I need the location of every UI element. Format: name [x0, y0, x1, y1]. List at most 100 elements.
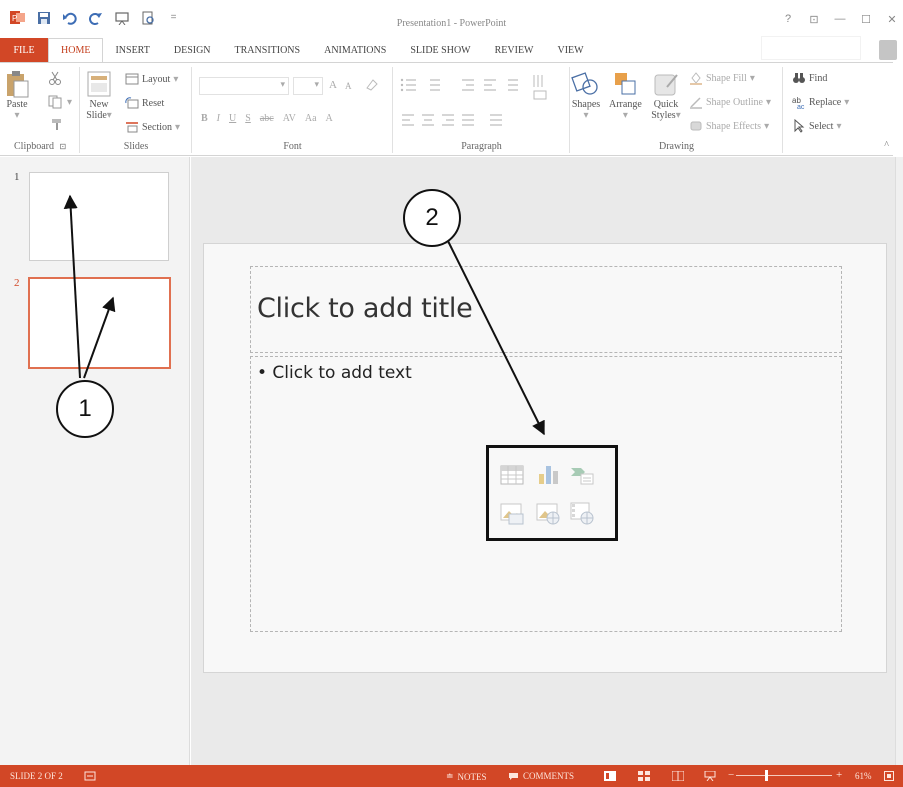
select-button[interactable]: Select ▾: [792, 119, 841, 133]
ribbon-home: Paste ▾ ▾ Clipboard ⊡ New Slide▾ Layout ▾: [0, 62, 893, 156]
decrease-font-size-button[interactable]: A: [345, 81, 352, 91]
shape-fill-button[interactable]: Shape Fill ▾: [689, 71, 755, 85]
reset-button[interactable]: Reset: [125, 97, 164, 109]
scissors-icon: [49, 71, 61, 85]
pen-outline-icon: [690, 97, 702, 109]
slide-sorter-view-icon[interactable]: [638, 771, 650, 781]
insert-table-icon[interactable]: [499, 462, 525, 488]
normal-view-icon[interactable]: [604, 771, 616, 781]
bold-button[interactable]: B: [201, 113, 208, 124]
tab-view[interactable]: VIEW: [546, 38, 596, 62]
collapse-ribbon-icon[interactable]: ^: [884, 140, 889, 151]
shapes-button[interactable]: Shapes ▾: [571, 69, 601, 121]
new-slide-button[interactable]: New Slide▾: [85, 69, 113, 121]
vertical-scrollbar[interactable]: [895, 157, 903, 765]
clipboard-launcher-icon[interactable]: ⊡: [60, 142, 67, 151]
font-name-combobox[interactable]: ▾: [199, 77, 289, 95]
font-name-dropdown-icon: ▾: [280, 79, 285, 89]
chevron-down-icon: ▾: [14, 110, 20, 121]
zoom-slider-track[interactable]: [736, 775, 832, 776]
font-size-combobox[interactable]: ▾: [293, 77, 323, 95]
font-group-label: Font: [283, 141, 302, 152]
copy-button[interactable]: ▾: [48, 95, 72, 109]
quick-styles-button[interactable]: Quick Styles▾: [651, 69, 681, 121]
insert-video-icon[interactable]: [569, 500, 595, 526]
zoom-level[interactable]: 61%: [855, 771, 872, 781]
slides-group-label: Slides: [123, 141, 149, 152]
strikethrough-button[interactable]: abc: [260, 113, 274, 124]
italic-button[interactable]: I: [217, 113, 220, 124]
shape-effects-button[interactable]: Shape Effects ▾: [689, 119, 769, 133]
comments-button[interactable]: COMMENTS: [508, 771, 574, 781]
reset-icon: [125, 97, 139, 109]
tab-review[interactable]: REVIEW: [483, 38, 546, 62]
binoculars-icon: [793, 73, 805, 83]
arrange-button[interactable]: Arrange ▾: [609, 69, 642, 121]
zoom-slider-thumb[interactable]: [765, 770, 768, 781]
title-bar: P = Presentation1 - PowerPoint ? ⊡ — ☐ ✕: [0, 0, 903, 38]
font-format-buttons: B I U S abc AV Aa A: [201, 113, 333, 124]
shape-outline-button[interactable]: Shape Outline ▾: [689, 95, 771, 109]
group-clipboard: Paste ▾ ▾ Clipboard ⊡: [0, 67, 80, 153]
alignment-buttons-icon[interactable]: [400, 113, 530, 127]
slide-thumbnail-2[interactable]: [28, 277, 171, 369]
account-area[interactable]: [761, 36, 861, 60]
zoom-out-button[interactable]: −: [728, 769, 734, 781]
tab-insert[interactable]: INSERT: [103, 38, 161, 62]
increase-font-size-button[interactable]: A: [329, 79, 337, 91]
tab-slide-show[interactable]: SLIDE SHOW: [398, 38, 482, 62]
tab-design[interactable]: DESIGN: [162, 38, 223, 62]
tab-transitions[interactable]: TRANSITIONS: [223, 38, 313, 62]
ribbon-display-options-icon[interactable]: ⊡: [807, 13, 821, 26]
find-button[interactable]: Find: [792, 71, 827, 85]
section-button[interactable]: Section ▾: [125, 121, 180, 133]
insert-smartart-icon[interactable]: [569, 462, 595, 488]
content-insert-icons: [486, 445, 618, 541]
tab-animations[interactable]: ANIMATIONS: [312, 38, 398, 62]
new-slide-icon: [87, 71, 111, 97]
tab-file[interactable]: FILE: [0, 38, 48, 62]
paste-button[interactable]: Paste ▾: [4, 69, 30, 121]
clear-formatting-icon[interactable]: [365, 78, 379, 92]
font-color-button[interactable]: A: [326, 113, 333, 124]
title-placeholder[interactable]: Click to add title: [250, 266, 842, 353]
quick-styles-icon: [654, 74, 678, 96]
maximize-icon[interactable]: ☐: [859, 13, 873, 26]
layout-button[interactable]: Layout ▾: [125, 73, 178, 85]
paste-icon: [7, 71, 29, 98]
shape-outline-dropdown-icon: ▾: [765, 96, 771, 108]
text-direction-icon[interactable]: [530, 73, 552, 101]
notes-icon: ≐: [446, 771, 454, 781]
close-icon[interactable]: ✕: [885, 13, 899, 26]
reading-view-icon[interactable]: [672, 771, 684, 781]
change-case-button[interactable]: Aa: [305, 113, 317, 124]
select-dropdown-icon: ▾: [836, 120, 842, 132]
slideshow-view-icon[interactable]: [704, 771, 716, 781]
spell-check-icon[interactable]: [84, 771, 96, 781]
slide-counter[interactable]: SLIDE 2 OF 2: [10, 771, 63, 781]
new-slide-dropdown-icon: ▾: [106, 110, 112, 121]
user-avatar-icon[interactable]: [879, 40, 897, 60]
zoom-in-button[interactable]: +: [836, 769, 842, 781]
text-shadow-button[interactable]: S: [245, 113, 251, 124]
underline-button[interactable]: U: [229, 113, 236, 124]
title-placeholder-text: Click to add title: [257, 293, 473, 324]
insert-online-pictures-icon[interactable]: [535, 500, 561, 526]
quick-styles-dropdown-icon: ▾: [675, 110, 681, 121]
drawing-group-label: Drawing: [659, 141, 694, 152]
format-painter-button[interactable]: [50, 117, 64, 131]
minimize-icon[interactable]: —: [833, 13, 847, 26]
fit-slide-icon[interactable]: [884, 771, 894, 781]
callout-2: 2: [403, 189, 461, 247]
insert-chart-icon[interactable]: [535, 462, 561, 488]
slide-thumbnail-1[interactable]: [29, 172, 169, 261]
arrange-dropdown-icon: ▾: [622, 110, 628, 121]
group-drawing: Shapes ▾ Arrange ▾ Quick Styles▾ Shape F…: [571, 67, 783, 153]
notes-button[interactable]: ≐ NOTES: [446, 771, 487, 782]
tab-home[interactable]: HOME: [48, 38, 104, 62]
insert-pictures-icon[interactable]: [499, 500, 525, 526]
replace-button[interactable]: ab ac Replace ▾: [792, 95, 849, 109]
character-spacing-button[interactable]: AV: [283, 113, 296, 124]
cut-button[interactable]: [48, 71, 62, 85]
help-icon[interactable]: ?: [781, 13, 795, 26]
